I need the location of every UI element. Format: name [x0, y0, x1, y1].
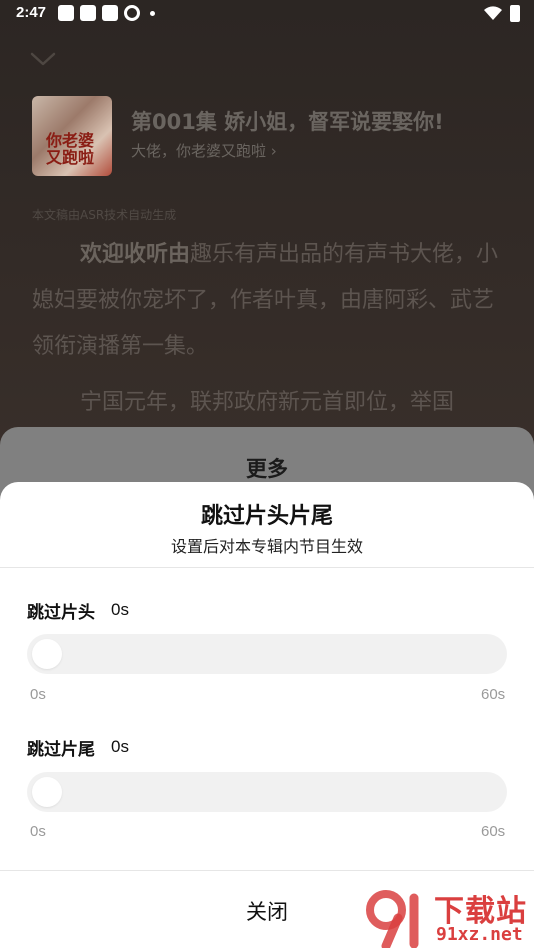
- transcript-highlight: 欢迎收听由: [80, 242, 191, 267]
- episode-title: 第001集 娇小姐，督军说要娶你!: [131, 110, 444, 134]
- skip-outro-slider-thumb[interactable]: [32, 777, 62, 807]
- skip-intro-label: 跳过片头: [27, 603, 95, 623]
- skip-outro-min: 0s: [30, 823, 46, 840]
- transcript: 欢迎收听由趣乐有声出品的有声书大佬，小媳妇要被你宠坏了，作者叶真，由唐阿彩、武艺…: [32, 232, 502, 436]
- skip-intro-max: 60s: [481, 686, 506, 703]
- skip-intro-value: 0s: [111, 600, 129, 619]
- transcript-paragraph: 欢迎收听由趣乐有声出品的有声书大佬，小媳妇要被你宠坏了，作者叶真，由唐阿彩、武艺…: [32, 232, 502, 370]
- site-watermark: 下载站 91xz.net: [364, 886, 534, 950]
- skip-intro-slider-thumb[interactable]: [32, 639, 62, 669]
- notification-app-icon: [58, 5, 74, 21]
- cover-title: 你老婆又跑啦: [46, 131, 95, 167]
- album-name: 大佬，你老婆又跑啦: [131, 142, 267, 160]
- notification-icons: [58, 5, 155, 21]
- status-bar: 2:47: [0, 0, 534, 28]
- skip-outro-max: 60s: [481, 823, 506, 840]
- notification-app-icon: [102, 5, 118, 21]
- dialog-subtitle: 设置后对本专辑内节目生效: [170, 537, 363, 556]
- album-cover[interactable]: 你老婆又跑啦: [32, 96, 112, 176]
- more-notifications-icon: [150, 10, 155, 16]
- skip-outro-label: 跳过片尾: [27, 740, 95, 760]
- watermark-logo-icon: [366, 890, 419, 948]
- aperture-icon: [124, 5, 140, 21]
- divider: [0, 567, 534, 568]
- system-icons: [484, 5, 520, 22]
- more-sheet-title: 更多: [246, 457, 288, 481]
- album-link[interactable]: 大佬，你老婆又跑啦 ›: [131, 140, 277, 161]
- dialog-title: 跳过片头片尾: [200, 504, 333, 529]
- skip-outro-slider[interactable]: [27, 772, 507, 812]
- status-time: 2:47: [16, 4, 47, 21]
- transcript-paragraph: 宁国元年，联邦政府新元首即位，举国: [80, 390, 455, 415]
- skip-intro-min: 0s: [30, 686, 46, 703]
- chevron-right-icon: ›: [270, 142, 277, 160]
- watermark-url: 91xz.net: [436, 924, 523, 945]
- collapse-chevron-icon[interactable]: [30, 50, 56, 68]
- wifi-icon: [484, 6, 502, 21]
- skip-intro-slider[interactable]: [27, 634, 507, 674]
- asr-note: 本文稿由ASR技术自动生成: [32, 208, 177, 222]
- skip-outro-value: 0s: [111, 737, 129, 756]
- notification-app-icon: [80, 5, 96, 21]
- battery-icon: [510, 5, 520, 22]
- skip-intro-outro-dialog: 跳过片头片尾 设置后对本专辑内节目生效 跳过片头 0s 0s 60s 跳过片尾 …: [0, 482, 534, 950]
